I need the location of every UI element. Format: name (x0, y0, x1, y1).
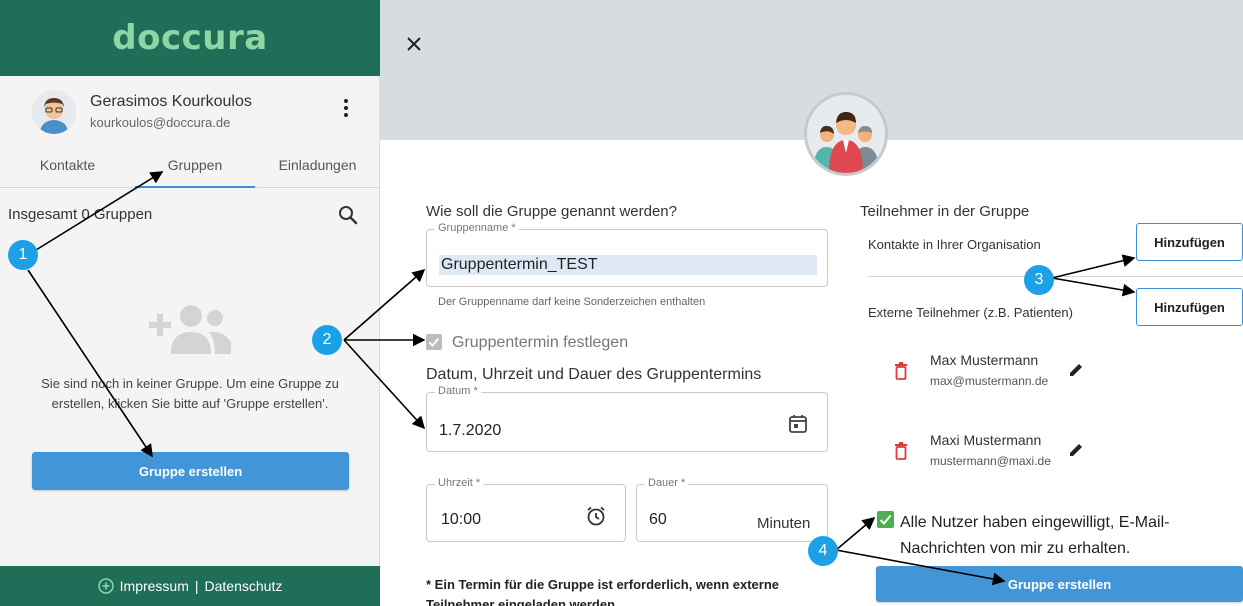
user-profile: Gerasimos Kourkoulos kourkoulos@doccura.… (0, 76, 380, 144)
group-avatar-icon[interactable] (804, 92, 888, 176)
annotation-badge-2: 2 (312, 325, 342, 355)
empty-state-text: Sie sind noch in keiner Gruppe. Um eine … (41, 376, 339, 411)
participant-item: Max Mustermann max@mustermann.de (890, 352, 1090, 392)
tab-kontakte[interactable]: Kontakte (0, 148, 135, 188)
add-group-icon (145, 302, 235, 354)
user-name: Gerasimos Kourkoulos (90, 93, 252, 110)
create-group-dialog: Wie soll die Gruppe genannt werden? Grup… (380, 0, 1243, 606)
group-name-legend: Gruppenname * (435, 222, 519, 234)
datenschutz-link[interactable]: Datenschutz (205, 578, 283, 594)
create-group-button[interactable]: Gruppe erstellen (32, 452, 349, 490)
calendar-icon[interactable] (787, 413, 809, 435)
groups-count: Insgesamt 0 Gruppen (8, 206, 153, 223)
time-legend: Uhrzeit * (435, 477, 484, 489)
tab-einladungen[interactable]: Einladungen (255, 148, 380, 188)
termin-checkbox[interactable] (426, 334, 442, 350)
consent-checkbox[interactable] (877, 511, 894, 528)
participant-name: Max Mustermann (930, 352, 1039, 368)
participant-name: Maxi Mustermann (930, 432, 1042, 448)
divider (868, 276, 1243, 277)
participant-email: mustermann@maxi.de (930, 454, 1051, 468)
tab-gruppen[interactable]: Gruppen (135, 148, 255, 188)
add-internal-button[interactable]: Hinzufügen (1136, 223, 1243, 261)
duration-legend: Dauer * (645, 477, 689, 489)
close-icon[interactable] (404, 34, 424, 54)
brand-header: doccura (0, 0, 380, 76)
annotation-badge-1: 1 (8, 240, 38, 270)
add-external-button[interactable]: Hinzufügen (1136, 288, 1243, 326)
participant-item: Maxi Mustermann mustermann@maxi.de (890, 432, 1090, 472)
footer-separator: | (194, 578, 199, 594)
group-name-hint: Der Gruppenname darf keine Sonderzeichen… (438, 296, 706, 308)
datetime-title: Datum, Uhrzeit und Dauer des Gruppenterm… (426, 366, 762, 383)
create-group-submit-button[interactable]: Gruppe erstellen (876, 566, 1243, 602)
impressum-link[interactable]: Impressum (120, 578, 189, 594)
more-vert-icon[interactable] (336, 94, 356, 122)
annotation-badge-4: 4 (808, 536, 838, 566)
duration-unit: Minuten (757, 515, 811, 532)
tab-bar: Kontakte Gruppen Einladungen (0, 148, 380, 188)
edit-pencil-icon[interactable] (1068, 442, 1084, 458)
internal-contacts-label: Kontakte in Ihrer Organisation (868, 237, 1041, 252)
members-title: Teilnehmer in der Gruppe (860, 203, 1030, 220)
doccura-logo: doccura (112, 18, 268, 58)
date-legend: Datum * (435, 385, 481, 397)
date-value: 1.7.2020 (439, 422, 502, 439)
duration-value: 60 (649, 511, 667, 528)
group-name-input[interactable] (439, 255, 817, 275)
group-name-field: Gruppenname * (426, 222, 828, 287)
required-note: * Ein Termin für die Gruppe ist erforder… (426, 577, 779, 606)
time-field[interactable]: Uhrzeit * 10:00 (426, 477, 626, 542)
search-icon[interactable] (336, 203, 360, 227)
user-avatar-icon[interactable] (32, 90, 76, 134)
footer: Impressum | Datenschutz (0, 566, 380, 606)
group-name-question: Wie soll die Gruppe genannt werden? (426, 203, 677, 220)
delete-icon[interactable] (894, 362, 908, 380)
consent-label: Alle Nutzer haben eingewilligt, E-Mail-N… (900, 514, 1170, 557)
user-email: kourkoulos@doccura.de (90, 115, 231, 130)
duration-field[interactable]: Dauer * 60 Minuten (636, 477, 828, 542)
sidebar: doccura Gerasimos Kourkoulos kourkoulos@… (0, 0, 380, 606)
date-field[interactable]: Datum * 1.7.2020 (426, 385, 828, 452)
delete-icon[interactable] (894, 442, 908, 460)
alarm-clock-icon[interactable] (585, 505, 607, 527)
time-value: 10:00 (441, 511, 482, 528)
external-participants-label: Externe Teilnehmer (z.B. Patienten) (868, 305, 1073, 320)
edit-pencil-icon[interactable] (1068, 362, 1084, 378)
termin-checkbox-label: Gruppentermin festlegen (452, 334, 629, 351)
participant-email: max@mustermann.de (930, 374, 1049, 388)
annotation-badge-3: 3 (1024, 265, 1054, 295)
add-circle-icon (97, 578, 114, 594)
